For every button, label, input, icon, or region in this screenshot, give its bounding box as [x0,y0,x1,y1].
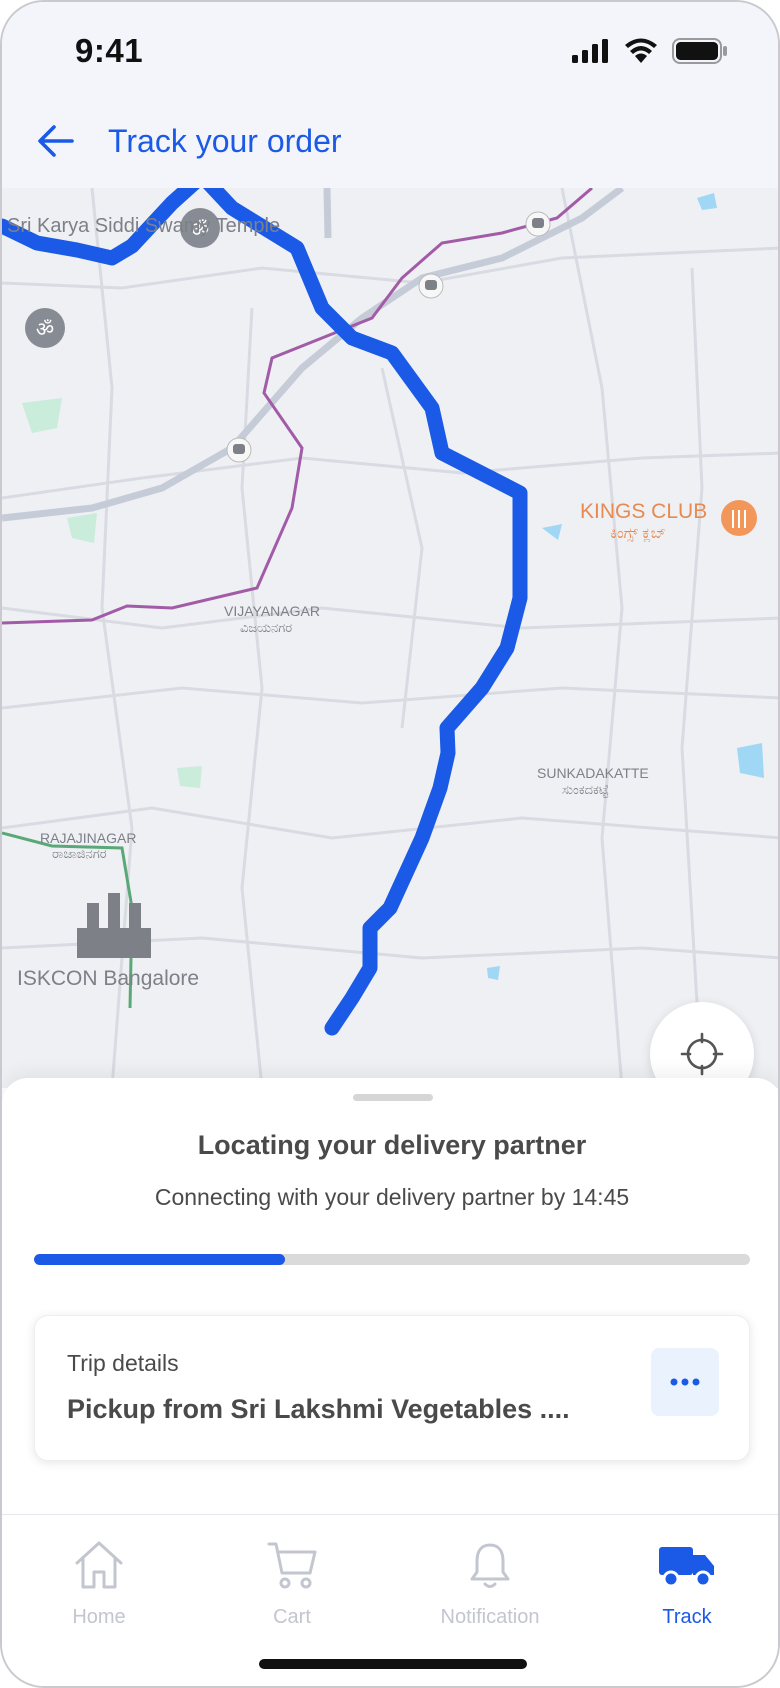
phone-screen: 9:41 Track your order ॐ ॐ Sri Karya Sidd… [0,0,780,1688]
crosshair-icon [680,1032,724,1076]
map-label-kings-club: KINGS CLUB [580,500,707,523]
map-label-iskcon: ISKCON Bangalore [17,967,199,990]
map-label-kings-club-local: ಕಿಂಗ್ಸ್ ಕ್ಲಬ್ [610,525,666,542]
water-area [542,524,562,540]
sheet-subtitle: Connecting with your delivery partner by… [154,1184,630,1210]
cart-icon [267,1542,317,1589]
ellipsis-icon [670,1378,700,1386]
highway [323,188,332,239]
back-arrow-icon [38,125,74,157]
map-label-vijayanagar-local: ವಿಜಯನಗರ [240,620,292,635]
wifi-icon [625,38,657,63]
trip-pickup-value: Pickup from Sri Lakshmi Vegetables .... [67,1394,570,1424]
tab-cart-label: Cart [273,1606,311,1628]
bell-icon [470,1543,510,1588]
tracking-sheet: Locating your delivery partner Connectin… [2,1078,778,1516]
progress-fill [34,1254,285,1265]
back-button[interactable] [32,116,82,166]
status-bar: 9:41 [2,2,778,102]
system-icons [572,38,728,64]
metro-station-icon [525,211,551,237]
tab-track-label: Track [662,1606,712,1628]
metro-station-icon [418,273,444,299]
truck-icon [659,1547,714,1588]
map-view[interactable]: ॐ ॐ Sri Karya Siddi Swamy Temple KINGS C… [2,188,778,1088]
map-label-rajajinagar: RAJAJINAGAR [40,830,136,846]
water-area [737,743,764,778]
map-label-vijayanagar: VIJAYANAGAR [224,603,320,619]
trip-details-card[interactable]: Trip details Pickup from Sri Lakshmi Veg… [34,1315,750,1461]
progress-bar [34,1254,750,1265]
sheet-title: Locating your delivery partner [197,1130,587,1160]
sheet-grab-handle[interactable] [353,1094,433,1101]
tab-home-label: Home [72,1606,126,1628]
map-label-sunkadakatte: SUNKADAKATTE [537,765,649,781]
water-area [697,193,717,210]
tab-track[interactable]: Track [617,1539,757,1629]
map-label-temple: Sri Karya Siddi Swamy Temple [7,215,280,237]
tab-notification-label: Notification [440,1606,540,1628]
svg-text:ॐ: ॐ [36,319,54,341]
tab-notification[interactable]: Notification [420,1539,560,1629]
tab-home[interactable]: Home [29,1539,169,1629]
map-canvas: ॐ ॐ Sri Karya Siddi Swamy Temple KINGS C… [2,188,778,1088]
temple-pin-icon: ॐ [25,308,65,348]
trip-details-label: Trip details [67,1350,179,1376]
park-area [67,513,97,543]
tab-cart[interactable]: Cart [222,1539,362,1629]
iskcon-temple-icon [77,893,151,958]
restaurant-pin-icon [721,500,757,536]
water-area [487,966,500,980]
status-time: 9:41 [75,32,144,69]
home-icon [75,1541,123,1589]
more-options-button[interactable] [651,1348,719,1416]
map-label-rajajinagar-local: ರಾಜಾಜಿನಗರ [52,846,107,861]
battery-icon [672,38,727,64]
home-indicator [259,1659,527,1669]
park-area [22,398,62,433]
app-header: Track your order [2,102,778,188]
map-label-sunkadakatte-local: ಸುಂಕದಕಟ್ಟೆ [562,782,609,798]
signal-icon [572,39,608,63]
park-area [177,766,202,788]
page-title: Track your order [108,123,342,159]
metro-station-icon [226,437,252,463]
